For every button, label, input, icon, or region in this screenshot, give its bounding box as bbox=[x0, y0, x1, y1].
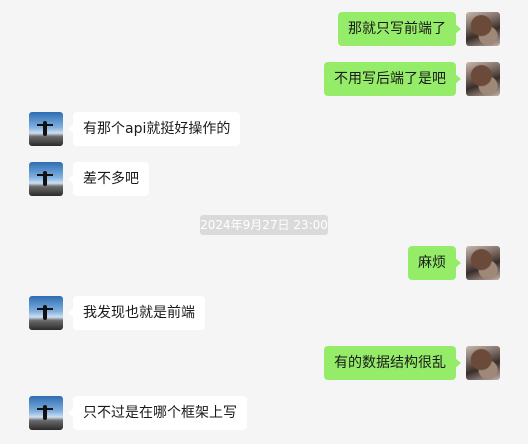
message-timestamp: 2024年9月27日 23:00 bbox=[200, 215, 328, 235]
my-avatar[interactable] bbox=[466, 246, 500, 280]
message-row: 不用写后端了是吧 bbox=[0, 62, 528, 96]
message-row: 那就只写前端了 bbox=[0, 12, 528, 46]
message-row: 麻烦 bbox=[0, 246, 528, 280]
friend-avatar[interactable] bbox=[29, 296, 63, 330]
chat-message-area[interactable]: 那就只写前端了 不用写后端了是吧 有那个api就挺好操作的 差不多吧 2024年… bbox=[0, 0, 528, 444]
message-row: 有那个api就挺好操作的 bbox=[0, 112, 528, 146]
message-row: 有的数据结构很乱 bbox=[0, 346, 528, 380]
message-bubble-outgoing[interactable]: 有的数据结构很乱 bbox=[324, 346, 461, 380]
friend-avatar[interactable] bbox=[29, 112, 63, 146]
my-avatar[interactable] bbox=[466, 62, 500, 96]
message-bubble-incoming[interactable]: 只不过是在哪个框架上写 bbox=[68, 396, 247, 430]
my-avatar[interactable] bbox=[466, 346, 500, 380]
avatar-figure-arms bbox=[37, 174, 53, 176]
message-row: 差不多吧 bbox=[0, 162, 528, 196]
message-row: 只不过是在哪个框架上写 bbox=[0, 396, 528, 430]
my-avatar[interactable] bbox=[466, 12, 500, 46]
message-bubble-outgoing[interactable]: 那就只写前端了 bbox=[338, 12, 461, 46]
message-bubble-outgoing[interactable]: 不用写后端了是吧 bbox=[324, 62, 461, 96]
message-row: 我发现也就是前端 bbox=[0, 296, 528, 330]
avatar-figure-arms bbox=[37, 308, 53, 310]
message-bubble-incoming[interactable]: 差不多吧 bbox=[68, 162, 149, 196]
friend-avatar[interactable] bbox=[29, 396, 63, 430]
avatar-figure-arms bbox=[37, 408, 53, 410]
message-bubble-incoming[interactable]: 有那个api就挺好操作的 bbox=[67, 112, 241, 146]
message-bubble-incoming[interactable]: 我发现也就是前端 bbox=[68, 296, 205, 330]
friend-avatar[interactable] bbox=[29, 162, 63, 196]
message-bubble-outgoing[interactable]: 麻烦 bbox=[408, 246, 461, 280]
avatar-figure-arms bbox=[37, 124, 53, 126]
